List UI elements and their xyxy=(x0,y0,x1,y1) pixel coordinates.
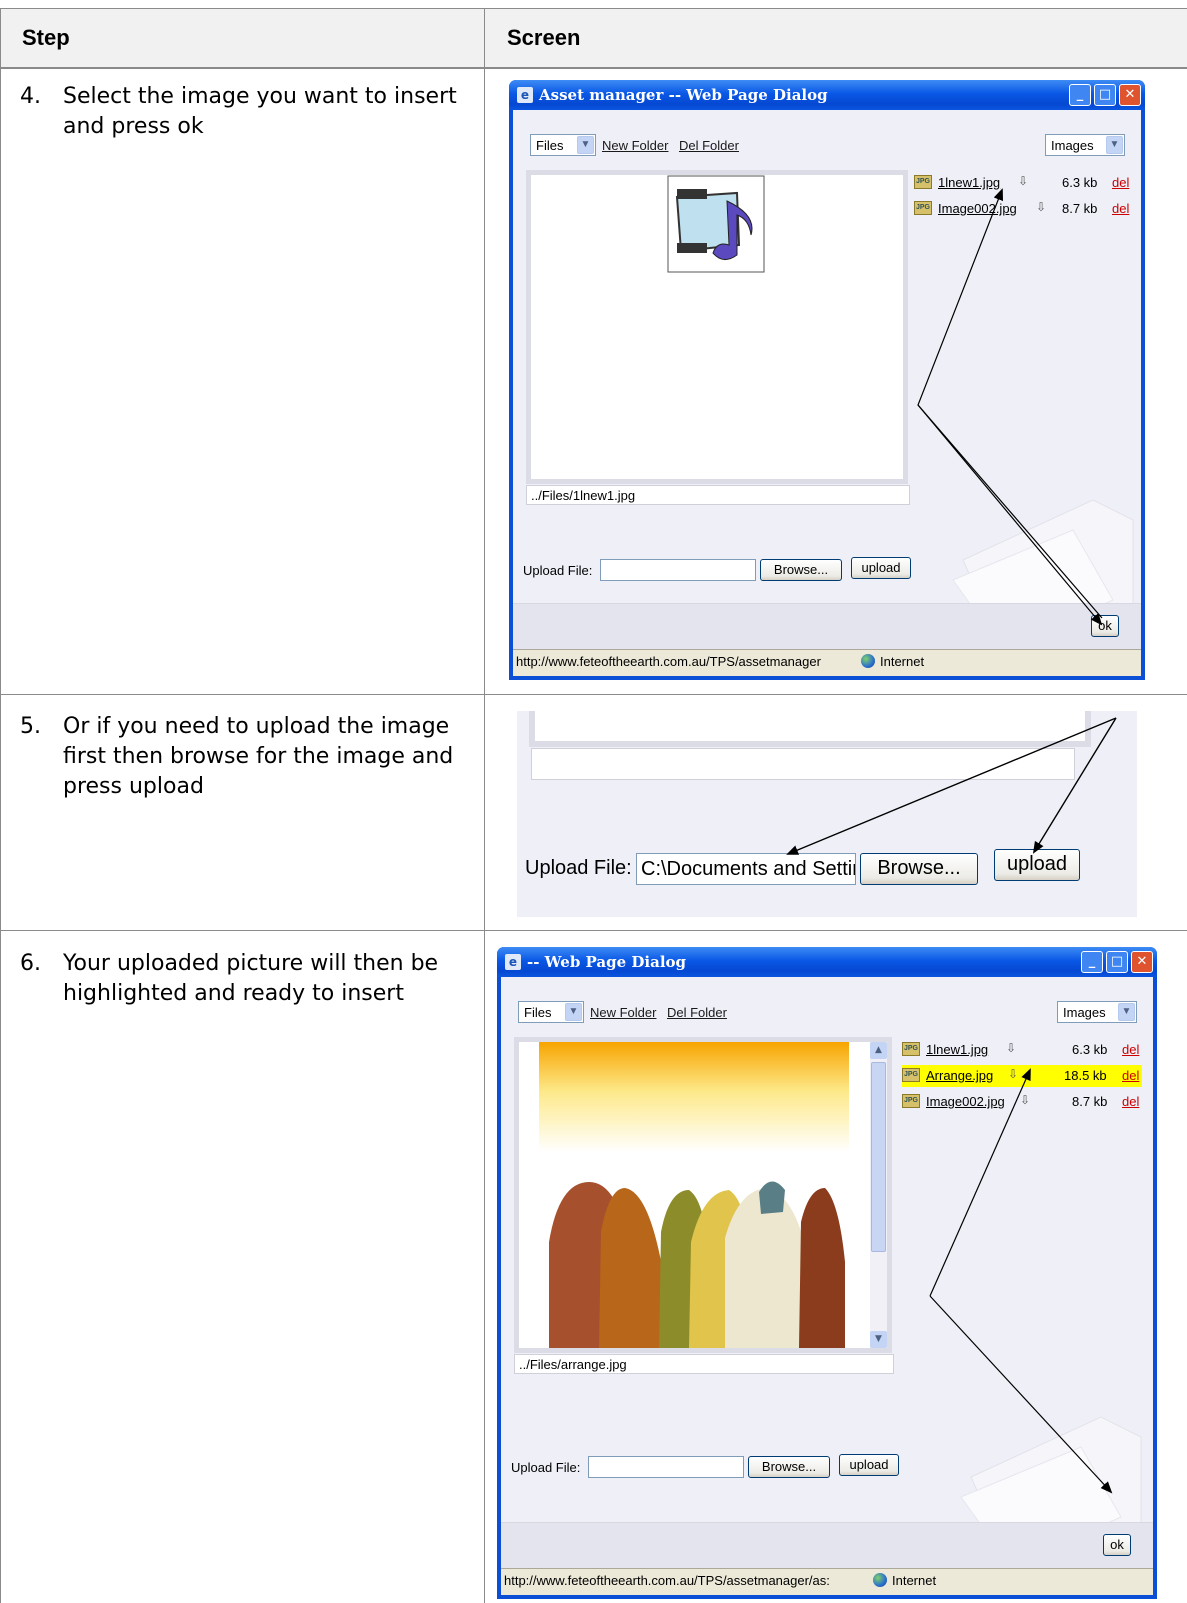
arrow-to-upload xyxy=(1032,717,1117,854)
arrow-to-ok xyxy=(917,404,1103,626)
arrow-to-ok xyxy=(929,1295,1113,1494)
arrow-to-input xyxy=(786,717,1117,855)
arrow-to-file xyxy=(917,188,1103,619)
annotation-arrows xyxy=(786,188,1117,1494)
arrow-to-highlighted-file xyxy=(929,1068,1031,1297)
